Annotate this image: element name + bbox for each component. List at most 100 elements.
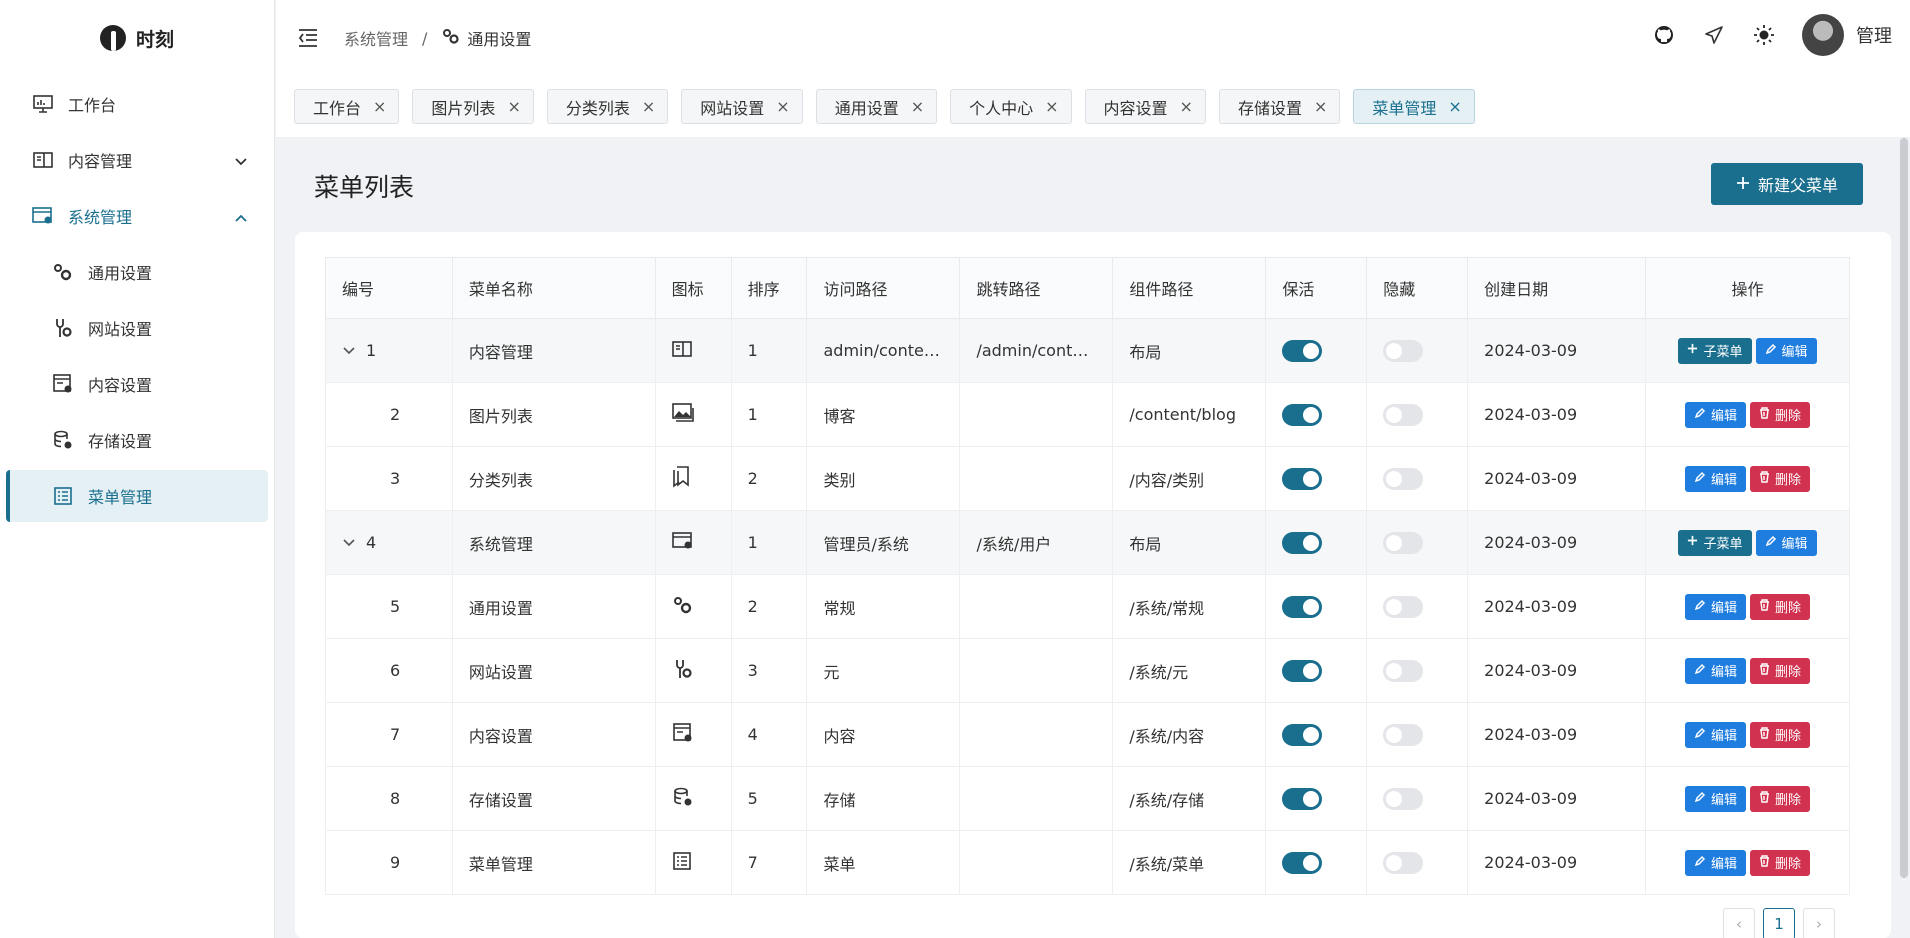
delete-button[interactable]: 删除 (1750, 721, 1811, 748)
hidden-toggle[interactable] (1383, 723, 1424, 746)
delete-button[interactable]: 删除 (1750, 465, 1811, 492)
delete-button[interactable]: 删除 (1750, 657, 1811, 684)
table-row[interactable]: 5 通用设置 2 常规/系统/常规 2024-03-09 编辑 删除 (325, 574, 1850, 639)
close-icon[interactable]: × (507, 97, 520, 116)
tab-content-settings[interactable]: 内容设置 × (1084, 89, 1206, 124)
edit-button[interactable]: 编辑 (1684, 785, 1746, 812)
table-row[interactable]: 4 系统管理 1 管理员/系统/系统/用户 布局 2024-03-09 子菜单 编辑 (325, 510, 1850, 575)
tab-menu-management[interactable]: 菜单管理 × (1353, 89, 1475, 124)
send-icon[interactable] (1702, 23, 1726, 47)
keepalive-toggle[interactable] (1282, 595, 1323, 618)
tab-image-list[interactable]: 图片列表 × (412, 89, 534, 124)
trash-icon (1759, 854, 1770, 871)
keepalive-toggle[interactable] (1282, 851, 1323, 874)
edit-button[interactable]: 编辑 (1684, 465, 1746, 492)
close-icon[interactable]: × (1314, 97, 1327, 116)
close-icon[interactable]: × (776, 97, 789, 116)
edit-button[interactable]: 编辑 (1755, 529, 1817, 556)
keepalive-toggle[interactable] (1282, 339, 1323, 362)
edit-label: 编辑 (1710, 857, 1737, 872)
sidebar-item-system[interactable]: 系统管理 (6, 190, 268, 242)
close-icon[interactable]: × (642, 97, 655, 116)
user-name[interactable]: 管理 (1856, 22, 1892, 48)
hidden-toggle[interactable] (1383, 531, 1424, 554)
table-row[interactable]: 8 存储设置 5 存储/系统/存储 2024-03-09 编辑 删除 (325, 766, 1850, 831)
edit-button[interactable]: 编辑 (1684, 401, 1746, 428)
keepalive-toggle[interactable] (1282, 403, 1323, 426)
close-icon[interactable]: × (911, 97, 924, 116)
delete-button[interactable]: 删除 (1750, 849, 1811, 876)
add-child-menu-button[interactable]: 子菜单 (1678, 529, 1752, 556)
sidebar-item-dashboard[interactable]: 工作台 (6, 78, 268, 130)
keepalive-toggle[interactable] (1282, 723, 1323, 746)
edit-label: 编辑 (1710, 665, 1737, 680)
github-icon[interactable] (1652, 23, 1676, 47)
sidebar-item-content-settings[interactable]: 内容设置 (6, 358, 268, 410)
tab-dashboard[interactable]: 工作台 × (294, 89, 400, 124)
keepalive-toggle[interactable] (1282, 531, 1323, 554)
edit-button[interactable]: 编辑 (1684, 657, 1746, 684)
table-row[interactable]: 7 内容设置 4 内容/系统/内容 2024-03-09 编辑 删除 (325, 702, 1850, 767)
expand-caret-icon[interactable] (342, 341, 356, 360)
delete-button[interactable]: 删除 (1750, 401, 1811, 428)
tab-storage-settings[interactable]: 存储设置 × (1218, 89, 1341, 124)
hidden-toggle[interactable] (1383, 339, 1424, 362)
hidden-toggle[interactable] (1383, 595, 1424, 618)
page-number[interactable]: 1 (1763, 908, 1795, 938)
hidden-toggle[interactable] (1383, 787, 1424, 810)
close-icon[interactable]: × (1448, 97, 1461, 116)
sun-icon[interactable] (1752, 23, 1776, 47)
cell-keepalive (1265, 382, 1368, 447)
table-row[interactable]: 6 网站设置 3 元/系统/元 2024-03-09 编辑 删除 (325, 638, 1850, 703)
edit-button[interactable]: 编辑 (1684, 721, 1746, 748)
cell-date: 2024-03-09 (1467, 574, 1646, 639)
sidebar-item-site-settings[interactable]: 网站设置 (6, 302, 268, 354)
avatar[interactable] (1802, 14, 1844, 56)
sidebar-item-storage-settings[interactable]: 存储设置 (6, 414, 268, 466)
delete-button[interactable]: 删除 (1750, 593, 1811, 620)
cell-id: 6 (325, 638, 453, 703)
app-logo[interactable]: 时刻 (0, 0, 274, 76)
sidebar-item-content[interactable]: 内容管理 (6, 134, 268, 186)
add-child-menu-button[interactable]: 子菜单 (1678, 337, 1752, 364)
close-icon[interactable]: × (1045, 97, 1058, 116)
collapse-sidebar-icon[interactable] (296, 26, 320, 50)
hidden-toggle[interactable] (1383, 659, 1424, 682)
expand-caret-icon[interactable] (342, 533, 356, 552)
keepalive-toggle[interactable] (1282, 467, 1323, 490)
table-row[interactable]: 1 内容管理 1 admin/conte…/admin/cont… 布局 2024-03-… (325, 318, 1850, 383)
trash-icon (1759, 790, 1770, 807)
next-page-button[interactable]: › (1803, 908, 1835, 938)
cell-icon (654, 446, 732, 511)
new-parent-menu-button[interactable]: 新建父菜单 (1711, 163, 1863, 205)
tab-general-settings[interactable]: 通用设置 × (815, 89, 938, 124)
hidden-toggle[interactable] (1383, 403, 1424, 426)
cell-name: 通用设置 (451, 574, 656, 639)
cell-component: 布局 (1112, 318, 1267, 383)
edit-button[interactable]: 编辑 (1684, 593, 1746, 620)
prev-page-button[interactable]: ‹ (1723, 908, 1755, 938)
table-row[interactable]: 3 分类列表 2 类别/内容/类别 2024-03-09 编辑 删除 (325, 446, 1850, 511)
hidden-toggle[interactable] (1383, 851, 1424, 874)
cell-keepalive (1265, 318, 1368, 383)
sidebar-item-menu-management[interactable]: 菜单管理 (6, 470, 268, 522)
breadcrumb-parent[interactable]: 系统管理 (344, 26, 408, 50)
tab-profile[interactable]: 个人中心 × (950, 89, 1072, 124)
cell-redirect: /系统/用户 (959, 510, 1114, 575)
edit-button[interactable]: 编辑 (1684, 849, 1746, 876)
hidden-toggle[interactable] (1383, 467, 1424, 490)
close-icon[interactable]: × (1180, 97, 1193, 116)
sidebar-item-general-settings[interactable]: 通用设置 (6, 246, 268, 298)
edit-button[interactable]: 编辑 (1755, 337, 1817, 364)
cell-redirect (959, 638, 1114, 703)
tab-category-list[interactable]: 分类列表 × (546, 89, 669, 124)
tab-site-settings[interactable]: 网站设置 × (681, 89, 803, 124)
table-row[interactable]: 2 图片列表 1 博客/content/blog 2024-03-09 编辑 删除 (325, 382, 1850, 447)
cell-component: /系统/菜单 (1112, 830, 1267, 895)
keepalive-toggle[interactable] (1282, 787, 1323, 810)
keepalive-toggle[interactable] (1282, 659, 1323, 682)
table-row[interactable]: 9 菜单管理 7 菜单/系统/菜单 2024-03-09 编辑 删除 (325, 830, 1850, 895)
close-icon[interactable]: × (373, 97, 386, 116)
delete-button[interactable]: 删除 (1750, 785, 1811, 812)
scrollbar[interactable] (1900, 138, 1908, 878)
